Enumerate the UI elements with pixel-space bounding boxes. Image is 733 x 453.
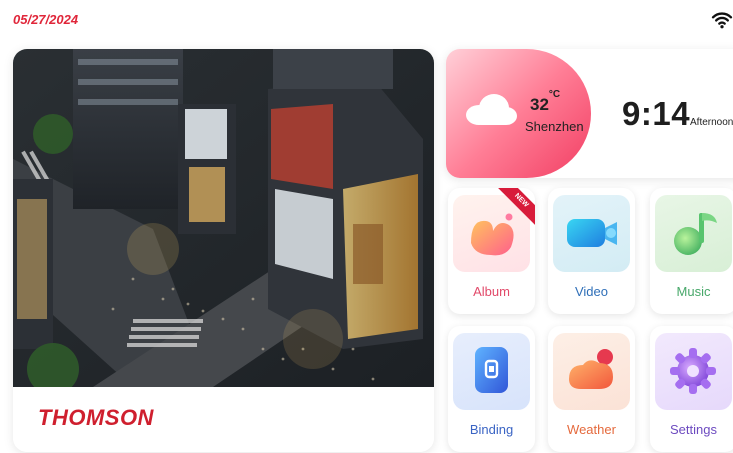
brand-bar: THOMSON [13,387,434,452]
wallpaper-card[interactable]: THOMSON [13,49,434,452]
city-name: Shenzhen [525,119,584,134]
brand-logo: THOMSON [38,405,154,430]
app-label-album: Album [473,284,510,299]
cloud-icon [466,94,517,125]
app-album[interactable]: NEW Album [448,188,535,314]
status-date: 05/27/2024 [13,12,79,27]
temperature-unit: °C [548,89,561,101]
app-weather[interactable]: Weather [548,326,635,452]
weather-clock-widget[interactable]: 32°C Shenzhen 9:14 Afternoon [446,49,733,178]
weather-icon [569,349,613,389]
binding-icon [475,347,508,393]
settings-tile [655,333,732,410]
clock-period: Afternoon [690,117,733,128]
app-label-music: Music [676,284,711,299]
wifi-icon [711,12,733,29]
app-music[interactable]: Music [650,188,733,314]
settings-icon [670,348,716,394]
app-label-video: Video [574,284,608,299]
app-label-weather: Weather [567,422,616,437]
app-settings[interactable]: Settings [650,326,733,452]
app-label-settings: Settings [670,422,717,437]
video-icon [567,219,617,247]
city-night-photo [13,49,434,387]
app-binding[interactable]: Binding [448,326,535,452]
binding-tile [453,333,530,410]
clock-time: 9:14 [622,95,691,132]
music-icon [674,213,717,255]
temperature: 32°C [530,89,561,114]
app-video[interactable]: Video [548,188,635,314]
weather-tile [553,333,630,410]
video-tile [553,195,630,272]
music-tile [655,195,732,272]
app-label-binding: Binding [469,422,514,437]
